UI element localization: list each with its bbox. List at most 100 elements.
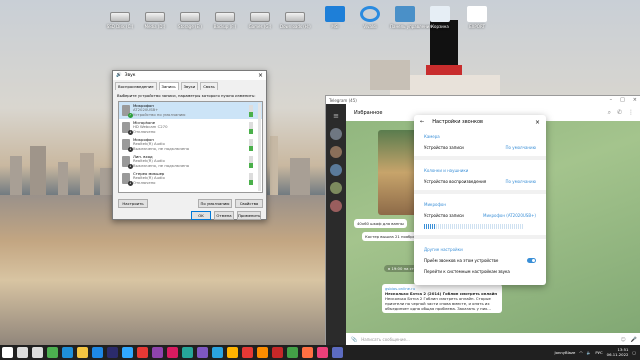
accept-calls-toggle[interactable] bbox=[527, 258, 536, 263]
minimize-icon[interactable]: – bbox=[610, 97, 613, 103]
desktop-icon-drive[interactable]: SSD Disk (C:) bbox=[105, 6, 135, 29]
taskbar-explorer-icon[interactable] bbox=[77, 347, 88, 358]
set-default-button[interactable]: По умолчанию bbox=[198, 199, 232, 208]
close-icon[interactable]: × bbox=[633, 97, 637, 103]
recording-device-item[interactable]: ↓ Микрофон Realtek(R) Audio Выключено, не п… bbox=[119, 136, 262, 153]
recording-device-item[interactable]: ✓ Микрофон AT2020USB+ Устройство по умолчан… bbox=[119, 102, 262, 119]
mic-level-bar bbox=[506, 224, 507, 229]
desktop-icon-drive[interactable]: Media (D:) bbox=[140, 6, 170, 29]
chat-title: Избранное bbox=[354, 109, 383, 116]
telegram-titlebar[interactable]: Telegram (45) – □ × bbox=[326, 96, 640, 104]
taskbar-app-icon[interactable] bbox=[332, 347, 343, 358]
maximize-icon[interactable]: □ bbox=[620, 97, 625, 103]
tab-communications[interactable]: Связь bbox=[200, 82, 218, 90]
taskbar-start-icon[interactable] bbox=[2, 347, 13, 358]
taskbar-app-icon[interactable] bbox=[287, 347, 298, 358]
camera-device-row[interactable]: Устройство записи По умолчанию bbox=[414, 142, 546, 153]
phone-icon[interactable]: ✆ bbox=[617, 109, 622, 117]
tray-user[interactable]: JonnyBlaze bbox=[555, 350, 576, 355]
wifi-icon[interactable]: ◠ bbox=[579, 350, 582, 355]
chat-avatar[interactable] bbox=[330, 128, 342, 140]
tab-recording[interactable]: Запись bbox=[158, 82, 179, 90]
back-arrow-icon[interactable]: ← bbox=[420, 119, 424, 125]
accept-calls-row[interactable]: Приём звонков на этом устройстве bbox=[414, 255, 546, 266]
taskbar-photoshop-icon[interactable] bbox=[122, 347, 133, 358]
drive-icon bbox=[110, 12, 130, 22]
taskbar-taskview-icon[interactable] bbox=[32, 347, 43, 358]
taskbar-chrome-icon[interactable] bbox=[47, 347, 58, 358]
recording-device-item[interactable]: ↓ Лин. вход Realtek(R) Audio Выключено, не … bbox=[119, 153, 262, 170]
emoji-icon[interactable]: ☺ bbox=[621, 337, 626, 343]
mic-level-bar bbox=[504, 224, 505, 229]
volume-icon[interactable]: 🔈 bbox=[587, 350, 592, 355]
desktop-icon-file[interactable]: EXPORT bbox=[462, 6, 492, 29]
device-list-scrollbar[interactable] bbox=[258, 103, 261, 191]
mic-device-row[interactable]: Устройство записи Микрофон (AT2020USB+) bbox=[414, 210, 546, 221]
apply-button[interactable]: Применить bbox=[237, 211, 261, 220]
sound-titlebar[interactable]: 🔊 Звук × bbox=[113, 71, 266, 80]
taskbar-app-icon[interactable] bbox=[317, 347, 328, 358]
message-bubble[interactable]: Костер вышла 21 ноября bbox=[362, 232, 419, 241]
message-bubble[interactable]: 40x60 шкаф для ванны bbox=[354, 219, 407, 228]
recording-device-item[interactable]: ↓ Стерео микшер Realtek(R) Audio Отключено bbox=[119, 170, 262, 187]
mic-level-bar bbox=[462, 224, 463, 229]
mic-icon[interactable]: 🎤 bbox=[631, 337, 637, 343]
search-icon[interactable]: ⌕ bbox=[608, 109, 611, 117]
taskbar-edge-icon[interactable] bbox=[62, 347, 73, 358]
more-icon[interactable]: ⋮ bbox=[628, 109, 634, 117]
taskbar-telegram-icon[interactable] bbox=[212, 347, 223, 358]
close-icon[interactable]: × bbox=[258, 72, 263, 79]
system-tray: JonnyBlaze ◠ 🔈 РУС 13:51 06.11.2022 ▢ bbox=[555, 347, 640, 357]
cancel-button[interactable]: Отмена bbox=[214, 211, 234, 220]
chat-avatar[interactable] bbox=[330, 182, 342, 194]
taskbar-app-icon[interactable] bbox=[227, 347, 238, 358]
language-indicator[interactable]: РУС bbox=[595, 350, 602, 355]
mic-device-value[interactable]: Микрофон (AT2020USB+) bbox=[483, 213, 536, 218]
taskbar-app-icon[interactable] bbox=[152, 347, 163, 358]
chat-avatar[interactable] bbox=[330, 164, 342, 176]
taskbar-search-icon[interactable] bbox=[17, 347, 28, 358]
notification-icon[interactable]: ▢ bbox=[632, 350, 636, 355]
mic-level-bar bbox=[426, 224, 427, 229]
ok-button[interactable]: OK bbox=[191, 211, 211, 220]
close-icon[interactable]: × bbox=[535, 119, 540, 126]
recording-device-item[interactable]: ↓ Microphone HD Webcam C270 Отключено bbox=[119, 119, 262, 136]
mic-level-meter bbox=[414, 221, 546, 232]
menu-icon[interactable]: ≡ bbox=[330, 110, 342, 122]
taskbar-app-icon[interactable] bbox=[182, 347, 193, 358]
desktop-icon-cpanel[interactable]: Панель управления bbox=[390, 6, 432, 29]
desktop-icon-drive[interactable]: Downloads (H:) bbox=[280, 6, 311, 29]
desktop-icon-recycle[interactable]: Корзина bbox=[425, 6, 455, 29]
link-preview-message[interactable]: gsbios.online.ru Несколько Бэтса 2 (2014… bbox=[382, 284, 502, 313]
taskbar-app-icon[interactable] bbox=[272, 347, 283, 358]
mic-level-bar bbox=[448, 224, 449, 229]
taskbar-app-icon[interactable] bbox=[302, 347, 313, 358]
taskbar-app-icon[interactable] bbox=[167, 347, 178, 358]
configure-button[interactable]: Настроить bbox=[118, 199, 148, 208]
taskbar-app-icon[interactable] bbox=[137, 347, 148, 358]
clock[interactable]: 13:51 06.11.2022 bbox=[607, 347, 629, 357]
properties-button[interactable]: Свойства bbox=[235, 199, 263, 208]
tab-playback[interactable]: Воспроизведение bbox=[115, 82, 157, 90]
playback-device-value[interactable]: По умолчанию bbox=[505, 179, 536, 184]
desktop-icon-monitor[interactable]: MSI bbox=[320, 6, 350, 29]
taskbar-app-icon[interactable] bbox=[257, 347, 268, 358]
mic-level-bar bbox=[424, 224, 425, 229]
chat-avatar[interactable] bbox=[330, 200, 342, 212]
tab-sounds[interactable]: Звуки bbox=[180, 82, 199, 90]
taskbar-app-icon[interactable] bbox=[242, 347, 253, 358]
chat-avatar[interactable] bbox=[330, 146, 342, 158]
taskbar-app-icon[interactable] bbox=[197, 347, 208, 358]
playback-device-row[interactable]: Устройство воспроизведения По умолчанию bbox=[414, 176, 546, 187]
mic-level-bar bbox=[464, 224, 465, 229]
camera-device-value[interactable]: По умолчанию bbox=[505, 145, 536, 150]
taskbar-premiere-icon[interactable] bbox=[107, 347, 118, 358]
system-sound-settings-link[interactable]: Перейти к системным настройкам звука bbox=[414, 266, 546, 277]
desktop-icon-drive[interactable]: Games (G:) bbox=[245, 6, 275, 29]
mic-level-bar bbox=[438, 224, 439, 229]
desktop-icon-drive[interactable]: Backup (F:) bbox=[210, 6, 240, 29]
desktop-icon-drive[interactable]: Storage (E:) bbox=[175, 6, 205, 29]
taskbar-store-icon[interactable] bbox=[92, 347, 103, 358]
attach-icon[interactable]: 📎 bbox=[351, 337, 357, 343]
desktop-icon-sync[interactable]: Vivaldi bbox=[355, 6, 385, 29]
